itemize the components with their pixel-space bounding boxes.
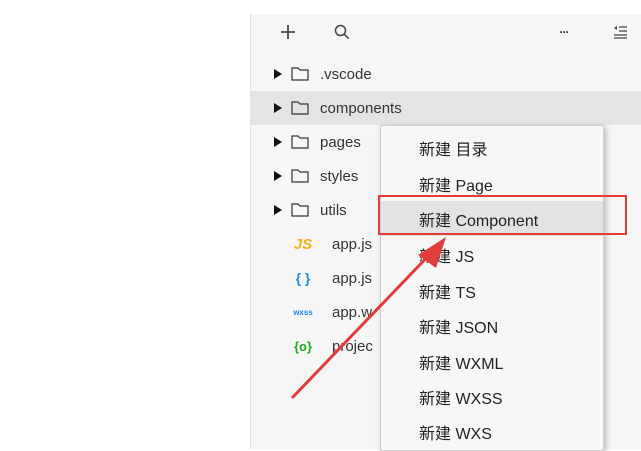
tree-item-label: app.js [332,235,373,253]
more-icon[interactable]: ··· [553,20,575,44]
caret-right-icon[interactable] [274,102,284,114]
menu-item[interactable]: 新建 WXML [381,344,603,379]
menu-item[interactable]: 新建 WXSS [381,379,603,414]
tree-item-label: utils [320,201,347,219]
menu-item[interactable]: 新建 JSON [381,308,603,343]
menu-item-label: 新建 目录 [419,141,488,159]
folder-icon [291,135,309,149]
config-file-icon: {o} [293,338,313,354]
wxss-file-icon: wxss [293,307,313,317]
tree-item-label: .vscode [320,65,372,83]
search-icon[interactable] [331,20,353,44]
menu-item[interactable]: 新建 JS [381,237,603,272]
js-file-icon: JS [293,235,313,253]
caret-right-icon[interactable] [274,136,284,148]
collapse-icon[interactable] [609,20,631,44]
tree-item-label: styles [320,167,359,185]
menu-item-label: 新建 WXML [419,355,504,373]
folder-icon [291,203,309,217]
menu-item[interactable]: 新建 WXS [381,414,603,449]
menu-item[interactable]: 新建 目录 [381,130,603,165]
caret-right-icon[interactable] [274,170,284,182]
tree-item-label: app.w [332,303,373,321]
folder-icon [291,169,309,183]
tree-folder[interactable]: components [250,91,641,125]
tree-item-label: pages [320,133,361,151]
menu-item[interactable]: 新建 TS [381,273,603,308]
tree-folder[interactable]: .vscode [250,57,641,91]
caret-right-icon[interactable] [274,68,284,80]
folder-icon [291,67,309,81]
menu-item-label: 新建 WXSS [419,390,503,408]
tree-item-label: projec [332,337,373,355]
tree-item-label: app.js [332,269,373,287]
tree-item-label: components [320,99,402,117]
menu-item-label: 新建 Page [419,177,493,195]
plus-icon[interactable] [277,20,299,44]
menu-item-label: 新建 JSON [419,319,499,337]
json-file-icon: { } [295,270,311,286]
folder-icon [291,101,309,115]
menu-item-label: 新建 WXS [419,425,492,443]
menu-item-label: 新建 TS [419,284,476,302]
more-label: ··· [559,25,570,39]
explorer-toolbar: ··· [251,14,641,50]
context-menu: 新建 目录 新建 Page 新建 Component 新建 JS 新建 TS 新建 JSO… [380,125,604,451]
caret-right-icon[interactable] [274,204,284,216]
menu-item-label: 新建 JS [419,248,475,266]
highlight-box [378,195,627,235]
